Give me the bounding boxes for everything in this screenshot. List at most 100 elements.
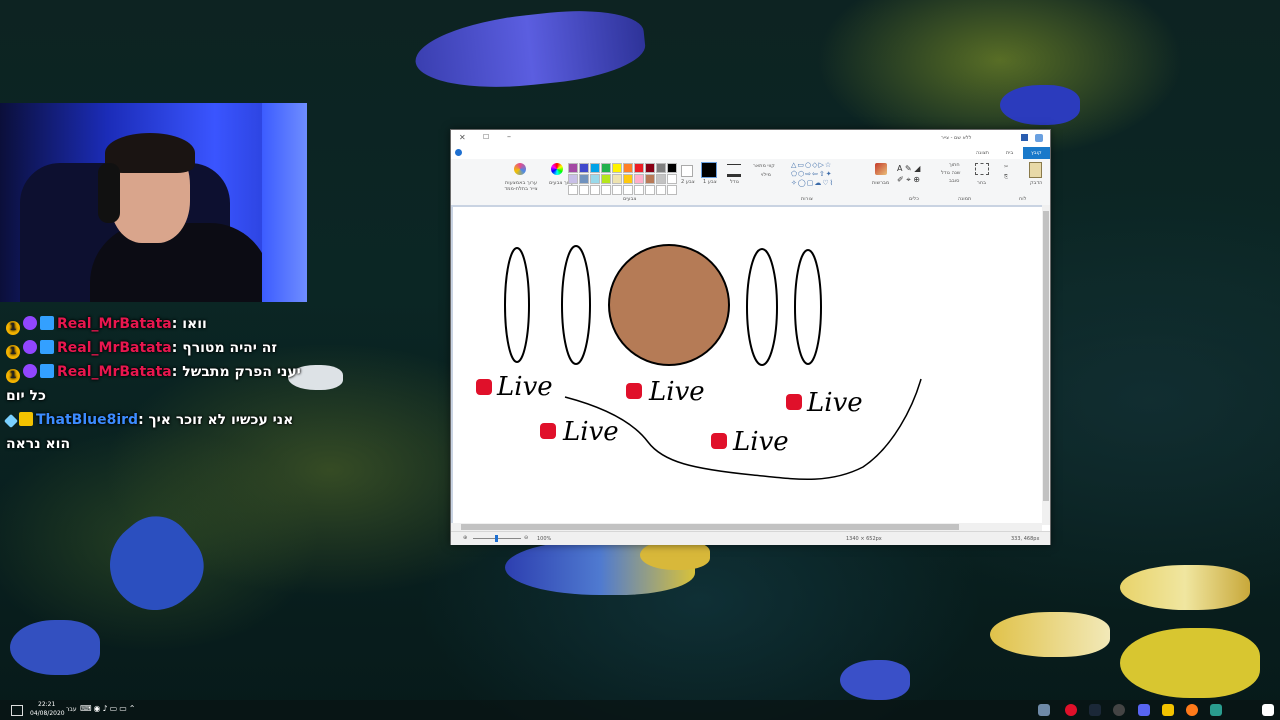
color-swatch[interactable] [667,163,677,173]
color-swatch[interactable] [579,163,589,173]
tab-home[interactable]: בית [1006,150,1013,156]
live-text-5: Live [806,388,863,418]
vertical-scroll-thumb[interactable] [1043,211,1049,501]
color-swatch[interactable] [656,174,666,184]
brushes-label[interactable]: מברשות [872,180,889,186]
notification-icon[interactable] [11,705,23,716]
vertical-scrollbar[interactable] [1042,205,1050,525]
color-swatch[interactable] [623,174,633,184]
save-icon[interactable] [1021,134,1028,141]
chat-username[interactable]: Real_MrBatata [57,364,172,380]
color-swatch[interactable] [645,163,655,173]
help-icon[interactable] [455,149,462,156]
drawing-canvas[interactable]: Live Live Live Live Live [453,207,1042,525]
color2-swatch[interactable] [681,165,693,177]
color2-label[interactable]: צבע 2 [681,179,695,185]
color-swatch[interactable] [645,174,655,184]
select-label[interactable]: בחר [977,180,986,186]
edit-colors-icon[interactable] [551,163,563,175]
tools-group[interactable]: A ✎ ◢ ✐ ⌖ ⊕ [897,163,931,187]
maximize-button[interactable]: ☐ [483,133,489,141]
clock-time[interactable]: 22:21 [38,701,55,708]
clock-date[interactable]: 04/08/2020 [30,710,65,717]
color-swatch[interactable] [612,174,622,184]
custom-color-swatch[interactable] [667,185,677,195]
paste-icon[interactable] [1029,162,1042,178]
zoom-slider-thumb[interactable] [495,535,498,542]
brushes-icon[interactable] [875,163,887,175]
custom-color-swatch[interactable] [623,185,633,195]
horizontal-scrollbar[interactable] [451,523,1042,531]
copy-icon[interactable]: ⎘ [1004,174,1008,180]
prime-badge-icon [23,316,37,330]
color-swatch[interactable] [601,174,611,184]
color-swatch[interactable] [623,163,633,173]
size-label[interactable]: גודל [730,179,739,185]
tab-file-label[interactable]: קובץ [1031,150,1042,156]
group-label-shapes: צורות [801,196,813,202]
color-swatch[interactable] [667,174,677,184]
color-swatch[interactable] [656,163,666,173]
obs-taskbar-icon[interactable] [1113,704,1125,716]
live-dot-3 [626,383,642,399]
edit-paint3d-label[interactable]: ערוך באמצעות צייר בתלת-ממד [501,180,541,192]
custom-color-swatch[interactable] [612,185,622,195]
custom-color-swatch[interactable] [634,185,644,195]
language-indicator[interactable]: עבר [66,706,77,713]
color-palette[interactable] [568,161,678,195]
youtube-taskbar-icon[interactable] [1065,704,1077,716]
resize-label[interactable]: שנה גודל [941,170,960,176]
cut-icon[interactable]: ✂ [1004,164,1008,170]
app-taskbar-icon[interactable] [1210,704,1222,716]
firefox-taskbar-icon[interactable] [1186,704,1198,716]
crop-label[interactable]: חתוך [949,162,960,168]
shapes-gallery[interactable]: △▭○◇▷☆ ⬠⬡⇨⇦⇧✦ ✧◯▢☁♡⌇ [791,161,863,191]
fish-decoration [1000,85,1080,125]
fill-label[interactable]: מילוי [761,172,771,178]
start-button[interactable] [1262,704,1274,716]
steam-taskbar-icon[interactable] [1089,704,1101,716]
custom-color-swatch[interactable] [579,185,589,195]
color-swatch[interactable] [634,163,644,173]
paint-taskbar-icon[interactable] [1038,704,1050,716]
custom-color-swatch[interactable] [568,185,578,195]
color-swatch[interactable] [634,174,644,184]
zoom-out-icon[interactable]: ⊖ [524,535,528,541]
chat-username[interactable]: Real_MrBatata [57,316,172,332]
size-icon[interactable] [727,164,741,177]
chat-text: כל יום [6,388,46,404]
right-inner-ellipse [746,248,778,366]
center-circle [608,244,730,366]
minimize-button[interactable]: – [507,132,511,141]
color-swatch[interactable] [601,163,611,173]
custom-color-swatch[interactable] [601,185,611,195]
select-icon[interactable] [975,163,989,175]
chat-username[interactable]: ThatBlue8ird [36,412,138,428]
paint3d-icon[interactable] [514,163,526,175]
live-text-2: Live [562,417,619,447]
color-swatch[interactable] [612,163,622,173]
paste-label[interactable]: הדבק [1030,180,1042,186]
rotate-label[interactable]: סובב [949,178,959,184]
zoom-in-icon[interactable]: ⊕ [463,535,467,541]
custom-color-swatch[interactable] [645,185,655,195]
discord-taskbar-icon[interactable] [1138,704,1150,716]
color-swatch[interactable] [590,174,600,184]
color-swatch[interactable] [568,174,578,184]
tab-view[interactable]: תצוגה [976,150,989,156]
chat-username[interactable]: Real_MrBatata [57,340,172,356]
tray-icons[interactable]: ⌨◉♪▭▭⌃ [80,704,137,713]
color-swatch[interactable] [568,163,578,173]
horizontal-scroll-thumb[interactable] [461,524,959,530]
color1-label[interactable]: צבע 1 [703,179,717,185]
status-bar: ⊕ ⊖ 100% 1340 × 652px 333, 468px [451,531,1050,545]
explorer-taskbar-icon[interactable] [1162,704,1174,716]
custom-color-swatch[interactable] [656,185,666,195]
color-swatch[interactable] [590,163,600,173]
custom-color-swatch[interactable] [590,185,600,195]
live-dot-1 [476,379,492,395]
color-swatch[interactable] [579,174,589,184]
close-button[interactable]: ✕ [459,133,466,142]
outline-label[interactable]: קווי מתאר [753,163,775,169]
color1-swatch[interactable] [701,162,717,178]
